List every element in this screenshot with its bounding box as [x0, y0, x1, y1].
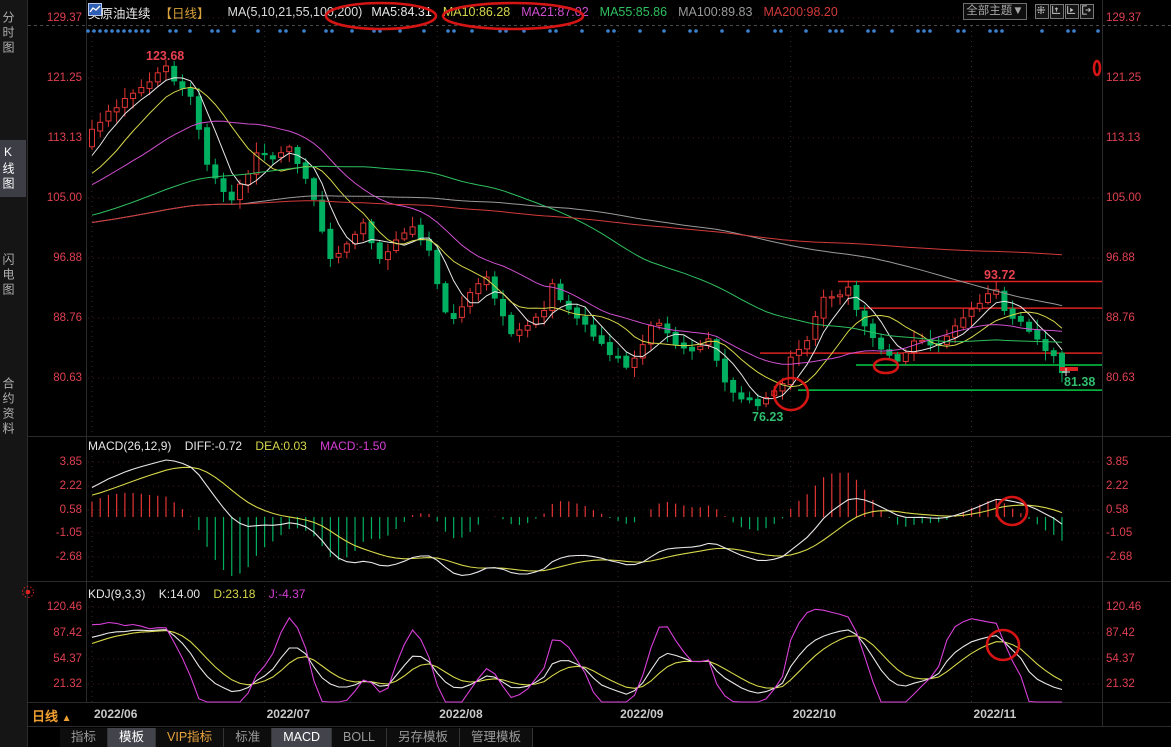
timeframe-selector[interactable]: 日线 ▲: [32, 706, 72, 725]
bottom-tab-7[interactable]: 另存模板: [387, 728, 460, 747]
date-label-1: 2022/06: [94, 707, 137, 721]
macd-axis-left-3: 0.58: [30, 503, 82, 517]
kdj-axis-right-2: 87.42: [1106, 626, 1135, 640]
price-axis-left-5: 96.88: [30, 251, 82, 265]
bottom-tab-6[interactable]: BOLL: [332, 728, 387, 747]
j-line: [92, 609, 1062, 702]
kdj-axis-left-1: 120.46: [30, 600, 82, 614]
macd-axis-left-1: 3.85: [30, 455, 82, 469]
macd-macd-value: MACD:-1.50: [320, 439, 386, 453]
kdj-axis-left-2: 87.42: [30, 626, 82, 640]
macd-axis-right-5: -2.68: [1106, 550, 1132, 564]
sidebar-item-1[interactable]: 分时图: [0, 6, 26, 61]
macd-layer: [92, 460, 1062, 576]
kdj-axis-right-4: 21.32: [1106, 677, 1135, 691]
kdj-layer: [92, 609, 1062, 702]
macd-axis-left-4: -1.05: [30, 526, 82, 540]
price-axis-right-6: 88.76: [1106, 311, 1135, 325]
kdj-axis-left-3: 54.37: [30, 652, 82, 666]
macd-axis-left-5: -2.68: [30, 550, 82, 564]
timeframe-arrow-icon: ▲: [62, 713, 72, 724]
kdj-j-value: J:-4.37: [269, 587, 306, 601]
macd-dea-value: DEA:0.03: [255, 439, 306, 453]
ma-value-6: MA200:98.20: [763, 5, 837, 19]
price-callout-76.23: 76.23: [752, 410, 783, 424]
sidebar-item-3[interactable]: 闪电图: [0, 248, 26, 303]
sidebar-item-4[interactable]: 合约资料: [0, 372, 26, 442]
macd-axis-right-4: -1.05: [1106, 526, 1132, 540]
diff-line: [92, 460, 1062, 575]
price-callout-93.72: 93.72: [984, 268, 1015, 282]
price-axis-left-7: 80.63: [30, 371, 82, 385]
ma-value-2: MA10:86.28: [443, 5, 510, 19]
macd-diff-value: DIFF:-0.72: [185, 439, 242, 453]
price-axis-left-1: 129.37: [30, 11, 82, 25]
date-label-4: 2022/09: [620, 707, 663, 721]
kdj-panel-header: KDJ(9,3,3) K:14.00 D:23.18 J:-4.37: [88, 587, 315, 601]
bottom-tab-8[interactable]: 管理模板: [460, 728, 533, 747]
macd-title: MACD(26,12,9): [88, 439, 171, 453]
chart-axis-play-icon[interactable]: [1065, 4, 1079, 19]
macd-panel-header: MACD(26,12,9) DIFF:-0.72 DEA:0.03 MACD:-…: [88, 439, 396, 453]
price-axis-left-6: 88.76: [30, 311, 82, 325]
price-axis-right-5: 96.88: [1106, 251, 1135, 265]
exit-right-icon[interactable]: [1080, 4, 1094, 19]
price-axis-right-2: 121.25: [1106, 71, 1141, 85]
sidebar-item-2[interactable]: K线图: [0, 140, 26, 197]
bottom-tab-4[interactable]: 标准: [224, 728, 272, 747]
bottom-tab-bar: 指标模板VIP指标标准MACDBOLL另存模板管理模板: [60, 728, 533, 747]
ma-values-group: MA5:84.31 MA10:86.28 MA21:87.02 MA55:85.86 M…: [371, 5, 837, 19]
macd-axis-right-1: 3.85: [1106, 455, 1128, 469]
ma-settings-label: MA(5,10,21,55,100,200): [228, 5, 363, 19]
date-label-6: 2022/11: [974, 707, 1017, 721]
bottom-tab-2[interactable]: 模板: [108, 728, 156, 747]
timeframe-label: 日线: [32, 709, 58, 724]
candles-layer: [90, 60, 1065, 411]
price-axis-right-3: 113.13: [1106, 131, 1140, 145]
price-axis-right-7: 80.63: [1106, 371, 1135, 385]
price-axis-left-4: 105.00: [30, 191, 82, 205]
ma-value-5: MA100:89.83: [678, 5, 752, 19]
k-line: [92, 630, 1062, 695]
ma-value-4: MA55:85.86: [600, 5, 667, 19]
price-axis-left-3: 113.13: [30, 131, 82, 145]
kdj-axis-right-1: 120.46: [1106, 600, 1141, 614]
ma100-line: [92, 196, 1062, 306]
all-themes-dropdown[interactable]: 全部主题▼: [963, 3, 1027, 20]
ma-value-3: MA21:87.02: [521, 5, 588, 19]
kdj-d-value: D:23.18: [213, 587, 255, 601]
ma-value-1: MA5:84.31: [371, 5, 431, 19]
trading-terminal-window: 分时图 K线图闪电图合约资料 美原油连续 【日线】 MA(5,10,21,55,1…: [0, 0, 1171, 747]
chart-axis-up-icon[interactable]: [1050, 4, 1064, 19]
kdj-axis-right-3: 54.37: [1106, 652, 1135, 666]
macd-axis-left-2: 2.22: [30, 479, 82, 493]
price-axis-right-1: 129.37: [1106, 11, 1141, 25]
macd-axis-right-3: 0.58: [1106, 503, 1128, 517]
date-label-2: 2022/07: [267, 707, 310, 721]
date-label-3: 2022/08: [439, 707, 482, 721]
price-axis-right-4: 105.00: [1106, 191, 1141, 205]
bottom-tab-5[interactable]: MACD: [272, 728, 332, 747]
bottom-tab-1[interactable]: 指标: [60, 728, 108, 747]
chart-canvas[interactable]: [0, 0, 1171, 747]
kdj-title: KDJ(9,3,3): [88, 587, 145, 601]
trend-lines-layer[interactable]: [760, 281, 1102, 390]
crosshair-icon[interactable]: [1035, 4, 1049, 19]
ma21-line: [92, 121, 1062, 364]
kdj-axis-left-4: 21.32: [30, 677, 82, 691]
period-tag: 【日线】: [160, 3, 210, 22]
price-callout-123.68: 123.68: [146, 49, 184, 63]
price-axis-left-2: 121.25: [30, 71, 82, 85]
event-dots-row: [86, 29, 1100, 33]
macd-axis-right-2: 2.22: [1106, 479, 1128, 493]
bottom-tab-3[interactable]: VIP指标: [156, 728, 224, 747]
chart-header: 美原油连续 【日线】 MA(5,10,21,55,100,200) MA5:84…: [88, 3, 838, 21]
date-label-5: 2022/10: [793, 707, 836, 721]
kdj-k-value: K:14.00: [159, 587, 200, 601]
price-callout-81.38: 81.38: [1064, 375, 1095, 389]
left-sidebar: 分时图 K线图闪电图合约资料: [0, 0, 28, 747]
